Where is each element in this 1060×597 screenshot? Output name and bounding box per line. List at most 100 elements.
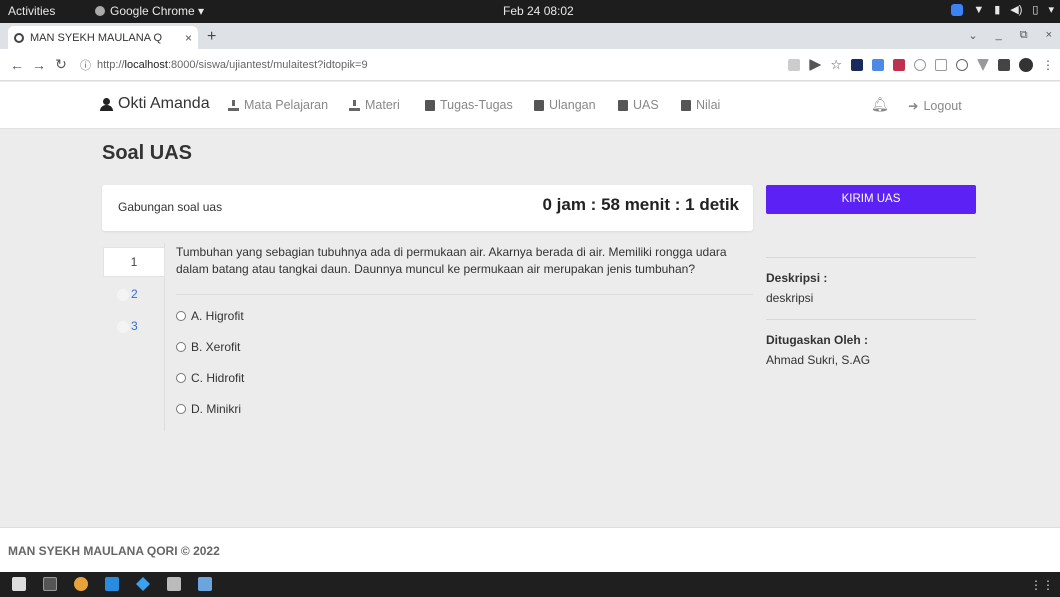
nav-uas[interactable]: UAS xyxy=(618,98,659,112)
submit-exam-button[interactable]: KIRIM UAS xyxy=(766,185,976,214)
question-text: Tumbuhan yang sebagian tubuhnya ada di p… xyxy=(176,245,727,276)
notification-bell-icon[interactable]: 🔔︎ xyxy=(871,96,889,113)
option-label: A. Higrofit xyxy=(191,309,244,323)
option-label: D. Minikri xyxy=(191,402,241,416)
nav-label: Mata Pelajaran xyxy=(244,98,329,112)
close-window-icon[interactable]: × xyxy=(1046,29,1052,42)
terminal-icon[interactable] xyxy=(43,577,57,591)
nav-label: Tugas-Tugas xyxy=(440,98,513,112)
question-nav-item-3[interactable]: 3 xyxy=(117,318,157,336)
nav-nilai[interactable]: Nilai xyxy=(681,98,720,112)
browser-menu-icon[interactable]: ⋮ xyxy=(1042,58,1054,72)
forward-arrow-icon[interactable]: → xyxy=(28,57,50,73)
address-bar[interactable]: ⓘ http://localhost:8000/siswa/ujiantest/… xyxy=(80,57,368,73)
activities-button[interactable]: Activities xyxy=(8,4,55,18)
user-profile-link[interactable]: Okti Amanda xyxy=(100,95,210,113)
minimize-icon[interactable]: _ xyxy=(996,29,1002,42)
extension-frame-icon[interactable] xyxy=(935,59,947,71)
nav-tugas-tugas[interactable]: Tugas-Tugas xyxy=(425,98,513,112)
book-icon xyxy=(618,99,628,111)
user-name: Okti Amanda xyxy=(118,95,210,112)
show-apps-grid-icon[interactable]: ⋮⋮ xyxy=(1030,578,1054,592)
radio-button[interactable] xyxy=(176,311,186,321)
logout-label: Logout xyxy=(923,98,962,113)
window-controls: ⌄ _ ⧉ × xyxy=(968,29,1052,42)
nav-materi[interactable]: Materi xyxy=(349,98,400,112)
extension-gray-icon[interactable] xyxy=(914,59,926,71)
extension-v-icon[interactable] xyxy=(977,59,989,71)
option-label: B. Xerofit xyxy=(191,340,241,354)
answer-options: A. Higrofit B. Xerofit C. Hidrofit D. Mi… xyxy=(176,309,244,433)
info-icon: ⓘ xyxy=(80,59,91,72)
dock xyxy=(12,577,212,591)
restore-icon[interactable]: ⧉ xyxy=(1020,29,1028,42)
vscode-icon[interactable] xyxy=(105,577,119,591)
tab-search-chevron-icon[interactable]: ⌄ xyxy=(968,29,977,42)
radio-button[interactable] xyxy=(176,342,186,352)
answer-option-a[interactable]: A. Higrofit xyxy=(176,309,244,340)
bluetooth-icon: ▮ xyxy=(994,4,1001,16)
logout-link[interactable]: ➜ Logout xyxy=(908,98,962,114)
puzzle-icon[interactable] xyxy=(998,59,1010,71)
extension-clock-icon[interactable] xyxy=(956,59,968,71)
extension-red-icon[interactable] xyxy=(893,59,905,71)
clock[interactable]: Feb 24 08:02 xyxy=(503,4,574,18)
extension-icons: ☆ ⋮ xyxy=(788,57,1054,73)
kite-icon[interactable] xyxy=(136,577,150,591)
exam-label: Gabungan soal uas xyxy=(118,200,223,214)
star-icon[interactable]: ☆ xyxy=(830,57,842,73)
browser-tab[interactable]: MAN SYEKH MAULANA Q × xyxy=(8,26,198,49)
assigned-by-label: Ditugaskan Oleh : xyxy=(766,333,869,347)
divider xyxy=(176,294,753,295)
nav-label: Materi xyxy=(365,98,400,112)
radio-button[interactable] xyxy=(176,373,186,383)
volume-icon: ◀) xyxy=(1010,4,1023,16)
footer-text: MAN SYEKH MAULANA QORI © 2022 xyxy=(8,544,220,558)
chrome-icon[interactable] xyxy=(74,577,88,591)
download-icon xyxy=(349,99,360,111)
profile-avatar[interactable] xyxy=(1019,58,1033,72)
page-title: Soal UAS xyxy=(102,142,193,164)
radio-button[interactable] xyxy=(176,404,186,414)
exam-info-panel: Deskripsi : deskripsi Ditugaskan Oleh : … xyxy=(766,257,976,367)
assigned-by-value: Ahmad Sukri, S.AG xyxy=(766,353,871,367)
question-nav-item-1[interactable]: 1 xyxy=(103,247,165,277)
question-status-dot xyxy=(117,321,129,333)
nav-mata-pelajaran[interactable]: Mata Pelajaran xyxy=(228,98,328,112)
files-icon[interactable] xyxy=(12,577,26,591)
battery-icon: ▯ xyxy=(1032,4,1039,16)
taskbar: ⋮⋮ xyxy=(0,572,1060,597)
wifi-icon: ▼ xyxy=(973,3,985,16)
book-icon xyxy=(681,99,691,111)
logout-icon: ➜ xyxy=(908,99,919,113)
pocket-icon[interactable] xyxy=(851,59,863,71)
answer-option-d[interactable]: D. Minikri xyxy=(176,402,244,433)
system-top-bar: Activities Google Chrome ▾ Feb 24 08:02 … xyxy=(0,0,1060,23)
new-tab-button[interactable]: + xyxy=(207,28,216,46)
question-nav-item-2[interactable]: 2 xyxy=(117,286,157,304)
image-viewer-icon[interactable] xyxy=(198,577,212,591)
send-icon[interactable] xyxy=(809,59,822,71)
answer-option-c[interactable]: C. Hidrofit xyxy=(176,371,244,402)
app-navbar: Okti Amanda Mata Pelajaran Materi Tugas-… xyxy=(0,82,1060,129)
nav-ulangan[interactable]: Ulangan xyxy=(534,98,596,112)
divider xyxy=(766,319,976,320)
nav-label: Ulangan xyxy=(549,98,596,112)
tab-title: MAN SYEKH MAULANA Q xyxy=(30,31,163,44)
chrome-icon xyxy=(95,6,105,16)
reload-icon[interactable]: ↻ xyxy=(50,56,72,73)
back-arrow-icon[interactable]: ← xyxy=(6,57,28,73)
system-tray[interactable]: ▼ ▮ ◀) ▯ ▾ xyxy=(951,3,1054,16)
answer-option-b[interactable]: B. Xerofit xyxy=(176,340,244,371)
extension-blue-icon[interactable] xyxy=(872,59,884,71)
tab-close-icon[interactable]: × xyxy=(185,31,192,45)
exam-header-card: Gabungan soal uas 0 jam : 58 menit : 1 d… xyxy=(102,185,753,231)
countdown-timer: 0 jam : 58 menit : 1 detik xyxy=(542,195,739,214)
question-number: 2 xyxy=(131,287,138,301)
browser-tab-strip: MAN SYEKH MAULANA Q × + ⌄ _ ⧉ × xyxy=(0,23,1060,49)
app-menu[interactable]: Google Chrome ▾ xyxy=(95,4,204,18)
book-icon xyxy=(534,99,544,111)
translate-icon[interactable] xyxy=(788,59,801,71)
url-text: http://localhost:8000/siswa/ujiantest/mu… xyxy=(97,58,368,71)
virtualbox-icon[interactable] xyxy=(167,577,181,591)
